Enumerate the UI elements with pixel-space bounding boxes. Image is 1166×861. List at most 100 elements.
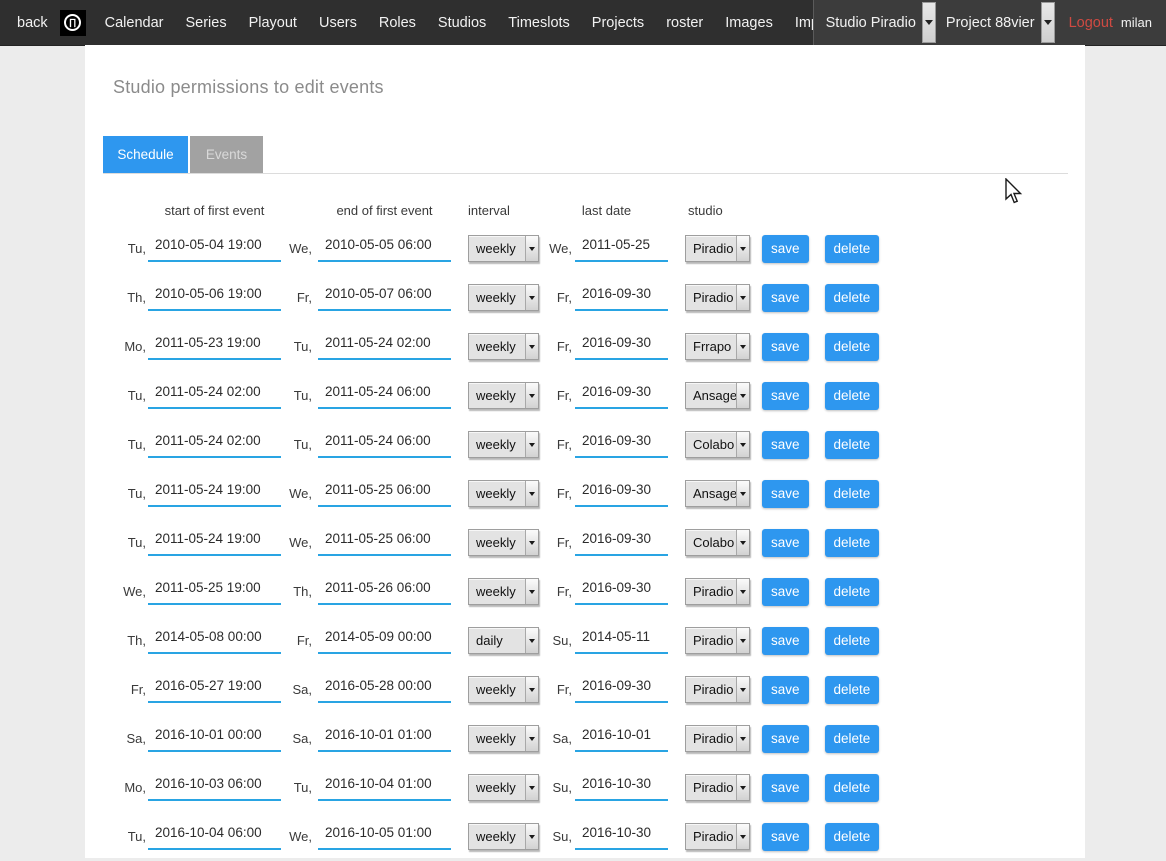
save-button[interactable]: save — [762, 333, 809, 361]
studio-select[interactable]: Piradio — [685, 627, 750, 654]
delete-button[interactable]: delete — [825, 382, 880, 410]
start-datetime-input[interactable]: 2016-05-27 19:00 — [148, 676, 281, 703]
last-date-input[interactable]: 2016-09-30 — [575, 578, 668, 605]
save-button[interactable]: save — [762, 774, 809, 802]
start-datetime-input[interactable]: 2016-10-01 00:00 — [148, 725, 281, 752]
delete-button[interactable]: delete — [825, 431, 880, 459]
save-button[interactable]: save — [762, 480, 809, 508]
save-button[interactable]: save — [762, 529, 809, 557]
start-datetime-input[interactable]: 2011-05-25 19:00 — [148, 578, 281, 605]
nav-menu-item[interactable]: Playout — [238, 15, 308, 31]
interval-select[interactable]: weekly — [468, 823, 539, 850]
delete-button[interactable]: delete — [825, 725, 880, 753]
save-button[interactable]: save — [762, 627, 809, 655]
last-date-input[interactable]: 2016-09-30 — [575, 480, 668, 507]
delete-button[interactable]: delete — [825, 480, 880, 508]
end-datetime-input[interactable]: 2016-10-01 01:00 — [318, 725, 451, 752]
end-datetime-input[interactable]: 2016-10-04 01:00 — [318, 774, 451, 801]
interval-select[interactable]: weekly — [468, 774, 539, 801]
start-datetime-input[interactable]: 2011-05-23 19:00 — [148, 333, 281, 360]
end-datetime-input[interactable]: 2011-05-25 06:00 — [318, 529, 451, 556]
studio-select[interactable]: Piradio — [685, 725, 750, 752]
save-button[interactable]: save — [762, 431, 809, 459]
start-datetime-input[interactable]: 2016-10-03 06:00 — [148, 774, 281, 801]
studio-selector-dropdown-button[interactable] — [922, 2, 936, 43]
nav-menu-item[interactable]: Images — [714, 15, 784, 31]
studio-select[interactable]: Frrapo — [685, 333, 750, 360]
start-datetime-input[interactable]: 2011-05-24 19:00 — [148, 529, 281, 556]
project-selector[interactable]: Project 88vier — [946, 15, 1041, 31]
nav-menu-item[interactable]: Roles — [368, 15, 427, 31]
end-datetime-input[interactable]: 2011-05-25 06:00 — [318, 480, 451, 507]
delete-button[interactable]: delete — [825, 235, 880, 263]
nav-menu-item[interactable]: Calendar — [94, 15, 175, 31]
delete-button[interactable]: delete — [825, 627, 880, 655]
last-date-input[interactable]: 2016-10-30 — [575, 823, 668, 850]
studio-select[interactable]: Piradio — [685, 676, 750, 703]
interval-select[interactable]: weekly — [468, 382, 539, 409]
start-datetime-input[interactable]: 2011-05-24 19:00 — [148, 480, 281, 507]
end-datetime-input[interactable]: 2016-05-28 00:00 — [318, 676, 451, 703]
studio-select[interactable]: Piradio — [685, 235, 750, 262]
delete-button[interactable]: delete — [825, 676, 880, 704]
end-datetime-input[interactable]: 2011-05-26 06:00 — [318, 578, 451, 605]
last-date-input[interactable]: 2011-05-25 — [575, 235, 668, 262]
last-date-input[interactable]: 2016-09-30 — [575, 284, 668, 311]
last-date-input[interactable]: 2014-05-11 — [575, 627, 668, 654]
delete-button[interactable]: delete — [825, 823, 880, 851]
start-datetime-input[interactable]: 2016-10-04 06:00 — [148, 823, 281, 850]
start-datetime-input[interactable]: 2010-05-06 19:00 — [148, 284, 281, 311]
studio-selector[interactable]: Studio Piradio — [826, 15, 922, 31]
back-link[interactable]: back — [17, 15, 48, 31]
end-datetime-input[interactable]: 2010-05-05 06:00 — [318, 235, 451, 262]
studio-select[interactable]: Piradio — [685, 774, 750, 801]
interval-select[interactable]: weekly — [468, 431, 539, 458]
end-datetime-input[interactable]: 2011-05-24 06:00 — [318, 382, 451, 409]
studio-select[interactable]: Ansage — [685, 382, 750, 409]
delete-button[interactable]: delete — [825, 529, 880, 557]
interval-select[interactable]: weekly — [468, 235, 539, 262]
save-button[interactable]: save — [762, 284, 809, 312]
last-date-input[interactable]: 2016-09-30 — [575, 333, 668, 360]
start-datetime-input[interactable]: 2011-05-24 02:00 — [148, 382, 281, 409]
studio-select[interactable]: Colabo — [685, 529, 750, 556]
start-datetime-input[interactable]: 2014-05-08 00:00 — [148, 627, 281, 654]
save-button[interactable]: save — [762, 676, 809, 704]
end-datetime-input[interactable]: 2011-05-24 02:00 — [318, 333, 451, 360]
interval-select[interactable]: weekly — [468, 676, 539, 703]
interval-select[interactable]: daily — [468, 627, 539, 654]
logout-link[interactable]: Logout — [1065, 15, 1121, 31]
save-button[interactable]: save — [762, 725, 809, 753]
nav-menu-item[interactable]: Series — [174, 15, 237, 31]
nav-menu-item[interactable]: Projects — [581, 15, 655, 31]
delete-button[interactable]: delete — [825, 774, 880, 802]
studio-select[interactable]: Piradio — [685, 823, 750, 850]
end-datetime-input[interactable]: 2016-10-05 01:00 — [318, 823, 451, 850]
project-selector-dropdown-button[interactable] — [1041, 2, 1055, 43]
studio-select[interactable]: Piradio — [685, 578, 750, 605]
save-button[interactable]: save — [762, 578, 809, 606]
last-date-input[interactable]: 2016-09-30 — [575, 431, 668, 458]
nav-menu-item[interactable]: Studios — [427, 15, 497, 31]
studio-select[interactable]: Ansage — [685, 480, 750, 507]
last-date-input[interactable]: 2016-09-30 — [575, 676, 668, 703]
start-datetime-input[interactable]: 2010-05-04 19:00 — [148, 235, 281, 262]
delete-button[interactable]: delete — [825, 284, 880, 312]
save-button[interactable]: save — [762, 823, 809, 851]
interval-select[interactable]: weekly — [468, 333, 539, 360]
start-datetime-input[interactable]: 2011-05-24 02:00 — [148, 431, 281, 458]
nav-menu-item[interactable]: Users — [308, 15, 368, 31]
interval-select[interactable]: weekly — [468, 529, 539, 556]
save-button[interactable]: save — [762, 382, 809, 410]
nav-menu-item[interactable]: roster — [655, 15, 714, 31]
save-button[interactable]: save — [762, 235, 809, 263]
tab-schedule[interactable]: Schedule — [103, 136, 188, 173]
app-logo-icon[interactable]: ∏ — [60, 10, 86, 36]
end-datetime-input[interactable]: 2010-05-07 06:00 — [318, 284, 451, 311]
interval-select[interactable]: weekly — [468, 578, 539, 605]
studio-select[interactable]: Piradio — [685, 284, 750, 311]
interval-select[interactable]: weekly — [468, 480, 539, 507]
interval-select[interactable]: weekly — [468, 725, 539, 752]
interval-select[interactable]: weekly — [468, 284, 539, 311]
delete-button[interactable]: delete — [825, 578, 880, 606]
